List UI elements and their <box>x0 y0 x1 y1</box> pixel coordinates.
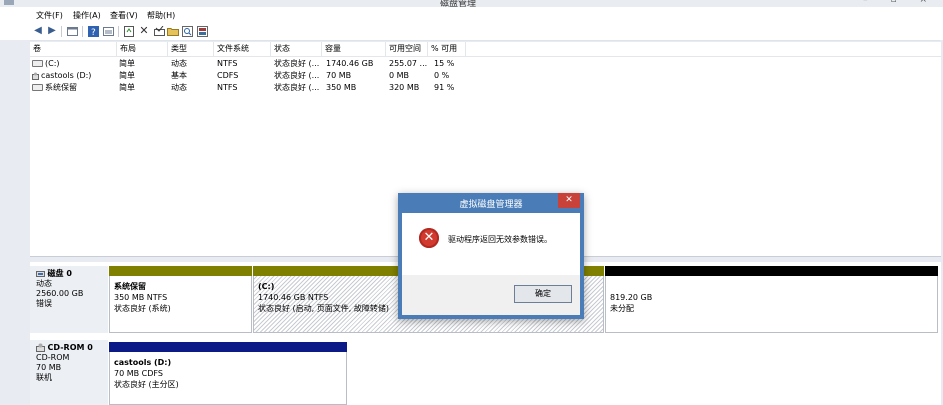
menu-help[interactable]: 帮助(H) <box>147 10 175 21</box>
refresh-document-icon[interactable] <box>123 25 135 37</box>
partition-unallocated[interactable]: 819.20 GB 未分配 <box>605 266 938 333</box>
volume-name: (C:) <box>45 59 60 68</box>
svg-text:?: ? <box>91 28 96 37</box>
column-header-volume[interactable]: 卷 <box>30 42 117 56</box>
toolbar-separator <box>61 26 62 37</box>
partition-title: castools (D:) <box>114 358 172 367</box>
menu-action[interactable]: 操作(A) <box>73 10 101 21</box>
volume-capacity: 1740.46 GB <box>326 59 374 68</box>
partition-size: 70 MB CDFS <box>114 369 163 378</box>
cd-drive-icon <box>36 343 45 352</box>
cdrom0-size: 70 MB <box>36 363 62 372</box>
open-folder-icon[interactable] <box>167 25 179 37</box>
search-icon[interactable] <box>181 25 193 37</box>
column-header-layout[interactable]: 布局 <box>117 42 168 56</box>
dialog-footer: 确定 <box>402 275 580 315</box>
left-margin <box>0 40 30 405</box>
volume-layout: 简单 <box>119 71 135 80</box>
cdrom0-label[interactable]: CD-ROM 0 CD-ROM 70 MB 联机 <box>30 340 108 405</box>
menu-file[interactable]: 文件(F) <box>36 10 63 21</box>
check-disk-icon[interactable] <box>153 25 165 37</box>
volume-percent: 0 % <box>434 71 450 80</box>
volume-type: 基本 <box>171 71 187 80</box>
error-dialog: 虚拟磁盘管理器 ✕ ✕ 驱动程序返回无效参数错误。 确定 <box>398 193 584 319</box>
menu-view[interactable]: 查看(V) <box>110 10 138 21</box>
volume-filesystem: NTFS <box>217 83 238 92</box>
unallocated-size: 819.20 GB <box>610 293 653 302</box>
dialog-message: 驱动程序返回无效参数错误。 <box>448 235 552 244</box>
partition-d[interactable]: castools (D:) 70 MB CDFS 状态良好 (主分区) <box>109 342 347 405</box>
volume-icon <box>32 84 43 91</box>
column-header-status[interactable]: 状态 <box>271 42 322 56</box>
volume-free: 0 MB <box>389 71 410 80</box>
column-header-percent-free[interactable]: % 可用 <box>428 42 466 56</box>
console-tree-icon[interactable] <box>66 25 78 37</box>
properties-view-icon[interactable] <box>102 25 114 37</box>
volume-percent: 15 % <box>434 59 455 68</box>
volume-capacity: 350 MB <box>326 83 357 92</box>
volume-layout: 简单 <box>119 59 135 68</box>
window-controls[interactable]: – ▫ × <box>863 0 937 5</box>
volume-filesystem: NTFS <box>217 59 238 68</box>
volume-name: 系统保留 <box>45 83 77 92</box>
menu-bar: 文件(F) 操作(A) 查看(V) 帮助(H) <box>0 7 943 23</box>
header-divider <box>30 56 941 57</box>
volume-status: 状态良好 (... <box>274 59 320 68</box>
partition-status: 状态良好 (系统) <box>114 304 171 313</box>
disk0-size: 2560.00 GB <box>36 289 84 298</box>
volume-layout: 简单 <box>119 83 135 92</box>
volume-icon <box>32 60 43 67</box>
volume-type: 动态 <box>171 59 187 68</box>
cdrom0-state: 联机 <box>36 373 52 382</box>
disk0-state: 错误 <box>36 299 52 308</box>
volume-status: 状态良好 (... <box>274 83 320 92</box>
partition-status: 状态良好 (主分区) <box>114 380 179 389</box>
dialog-body: ✕ 驱动程序返回无效参数错误。 <box>402 213 580 275</box>
partition-size: 350 MB NTFS <box>114 293 168 302</box>
cd-drive-icon <box>32 72 39 80</box>
partition-system-reserved[interactable]: 系统保留 350 MB NTFS 状态良好 (系统) <box>109 266 252 333</box>
volume-free: 320 MB <box>389 83 420 92</box>
toolbar: ◀ ▶ ? ✕ <box>0 23 943 41</box>
disk-icon <box>36 269 45 278</box>
volume-type: 动态 <box>171 83 187 92</box>
column-header-capacity[interactable]: 容量 <box>322 42 386 56</box>
volume-capacity: 70 MB <box>326 71 352 80</box>
app-icon <box>4 0 14 5</box>
disk0-name: 磁盘 0 <box>47 269 72 278</box>
forward-arrow-icon[interactable]: ▶ <box>46 25 58 37</box>
dynamic-volume-bar <box>109 266 252 276</box>
help-icon[interactable]: ? <box>87 25 99 37</box>
ok-button[interactable]: 确定 <box>514 285 572 303</box>
disk0-kind: 动态 <box>36 279 52 288</box>
dialog-close-button[interactable]: ✕ <box>558 193 580 208</box>
volume-percent: 91 % <box>434 83 455 92</box>
dialog-title: 虚拟磁盘管理器 <box>459 200 523 210</box>
toolbar-separator <box>82 26 83 37</box>
volume-free: 255.07 ... <box>389 59 428 68</box>
partition-title: 系统保留 <box>114 282 146 291</box>
disk0-label[interactable]: 磁盘 0 动态 2560.00 GB 错误 <box>30 266 108 333</box>
primary-partition-bar <box>109 342 347 352</box>
cdrom0-kind: CD-ROM <box>36 353 70 362</box>
volume-filesystem: CDFS <box>217 71 239 80</box>
delete-x-icon[interactable]: ✕ <box>138 25 150 37</box>
volume-status: 状态良好 (... <box>274 71 320 80</box>
unallocated-bar <box>605 266 938 276</box>
error-icon: ✕ <box>419 228 439 248</box>
toolbar-separator <box>118 26 119 37</box>
column-header-filesystem[interactable]: 文件系统 <box>214 42 271 56</box>
column-header-type[interactable]: 类型 <box>168 42 214 56</box>
volume-name: castools (D:) <box>41 71 92 80</box>
unallocated-status: 未分配 <box>610 304 634 313</box>
column-header-free[interactable]: 可用空间 <box>386 42 428 56</box>
settings-panel-icon[interactable] <box>196 25 208 37</box>
back-arrow-icon[interactable]: ◀ <box>32 25 44 37</box>
cdrom0-name: CD-ROM 0 <box>47 343 93 352</box>
